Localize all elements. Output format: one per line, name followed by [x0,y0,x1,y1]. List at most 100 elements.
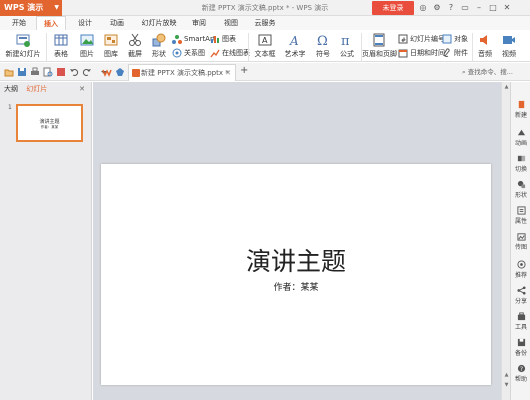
tab-insert[interactable]: 插入 [36,16,66,31]
pi-icon: π [341,34,350,47]
attachment-button[interactable]: 附件 [442,48,468,58]
gallery-label: 图库 [104,50,118,58]
skin-icon[interactable]: ◎ [418,3,428,13]
shape-icon [152,33,166,47]
close-tab-icon[interactable]: ✕ [225,65,231,81]
sidebar-label: 推荐 [514,272,527,279]
table-button[interactable]: 表格 [50,33,72,59]
tab-view[interactable]: 视图 [218,16,244,30]
sidebar-label: 工具 [514,324,527,331]
sidebar-label: 帮助 [514,376,527,383]
sidebar-item-help[interactable]: ? 帮助 [511,364,530,383]
command-search-input[interactable]: ⌕ 查找命令、搜... [462,66,526,78]
tab-slideshow[interactable]: 幻灯片放映 [136,16,182,30]
ribbon-tabs: 开始 插入 设计 动画 幻灯片放映 审阅 视图 云服务 [0,16,530,31]
tab-review[interactable]: 审阅 [186,16,212,30]
login-button[interactable]: 未登录 [372,1,414,15]
minimize-icon[interactable]: – [474,3,484,13]
textbox-button[interactable]: A 文本框 [252,33,278,59]
screenshot-label: 截屏 [128,50,142,58]
slide-title[interactable]: 演讲主题 [101,242,491,278]
sidebar-item-new[interactable]: 新建 [511,100,530,119]
online-chart-button[interactable]: 在线图表 [210,48,250,58]
sidebar-item-backup[interactable]: 备份 [511,338,530,357]
vertical-scrollbar[interactable]: ▲ ▲ ▼ [501,82,510,400]
print-preview-icon[interactable] [43,67,53,77]
tab-outline[interactable]: 大纲 [4,85,18,93]
relation-chart-button[interactable]: 关系图 [172,48,205,58]
sidebar-item-upload-image[interactable]: 传图 [511,232,530,251]
wps-logo-icon[interactable] [102,67,112,77]
slides-panel: 大纲 幻灯片 ✕ 1 演讲主题 作者：某某 [0,82,92,400]
redo-icon[interactable] [82,67,92,77]
sidebar-label: 备份 [514,350,527,357]
slide-number-button[interactable]: # 幻灯片编号 [398,34,445,44]
sidebar-item-transition[interactable]: 切换 [511,154,530,173]
sidebar-item-recommend[interactable]: 推荐 [511,260,530,279]
template-icon[interactable] [115,67,125,77]
sidebar-item-animation[interactable]: 动画 [511,128,530,147]
formula-label: 公式 [340,50,354,58]
datetime-label: 日期和时间 [410,49,445,57]
open-folder-icon[interactable] [4,67,14,77]
shape-icon [517,180,525,189]
tab-slides[interactable]: 幻灯片 [26,85,47,93]
print-icon[interactable] [30,67,40,77]
sidebar-item-share[interactable]: 分享 [511,286,530,305]
object-button[interactable]: 对象 [442,34,468,44]
sidebar-item-shape[interactable]: 形状 [511,180,530,199]
restore-icon[interactable]: ▭ [460,3,470,13]
save-icon[interactable] [17,67,27,77]
sidebar-label: 属性 [514,218,527,225]
tab-cloud[interactable]: 云服务 [248,16,282,30]
export-pdf-icon[interactable] [56,67,66,77]
divider [472,33,473,61]
screenshot-button[interactable]: 截屏 [124,33,146,59]
tab-home[interactable]: 开始 [6,16,32,30]
slide-canvas[interactable]: 演讲主题 作者：某某 [93,82,501,400]
object-icon [442,34,452,44]
close-panel-icon[interactable]: ✕ [79,82,85,96]
animation-icon [517,129,525,136]
undo-icon[interactable] [69,67,79,77]
panel-tabs: 大纲 幻灯片 ✕ [0,82,91,96]
svg-text:#: # [401,37,406,44]
svg-text:A: A [289,34,299,47]
search-icon: ⌕ [462,68,466,76]
slide-thumbnail[interactable]: 演讲主题 作者：某某 [16,104,83,142]
gallery-button[interactable]: 图库 [100,33,122,59]
maximize-icon[interactable]: □ [488,3,498,13]
shape-label: 形状 [152,50,166,58]
table-label: 表格 [54,50,68,58]
new-tab-icon[interactable]: + [240,65,248,76]
wordart-button[interactable]: A 艺术字 [282,33,308,59]
close-icon[interactable]: ✕ [502,3,512,13]
document-tab[interactable]: 新建 PPTX 演示文稿.pptx * ✕ [128,64,236,81]
settings-icon[interactable]: ⚙ [432,3,442,13]
header-footer-button[interactable]: 页眉和页脚 [362,33,397,59]
slide-subtitle[interactable]: 作者：某某 [101,280,491,293]
picture-button[interactable]: 图片 [76,33,98,59]
help-icon[interactable]: ? [446,3,456,13]
sidebar-label: 新建 [514,112,527,119]
thumb-subtitle: 作者：某某 [40,125,59,129]
audio-button[interactable]: 音频 [474,33,496,59]
formula-button[interactable]: π 公式 [336,33,358,59]
datetime-button[interactable]: 日期和时间 [398,48,445,58]
table-icon [54,34,68,46]
slide[interactable]: 演讲主题 作者：某某 [101,164,491,385]
chart-button[interactable]: 图表 [210,34,236,44]
online-chart-label: 在线图表 [222,49,250,57]
sidebar-item-tools[interactable]: 工具 [511,312,530,331]
sidebar-label: 形状 [514,192,527,199]
shape-button[interactable]: 形状 [148,33,170,59]
backup-icon [517,338,525,347]
sidebar-item-properties[interactable]: 属性 [511,206,530,225]
share-icon [516,286,526,295]
new-slide-button[interactable]: 新建幻灯片 [4,33,42,59]
paperclip-icon [443,48,450,57]
video-button[interactable]: 视频 [498,33,520,59]
tab-animation[interactable]: 动画 [104,16,130,30]
symbol-button[interactable]: Ω 符号 [312,33,334,59]
tab-design[interactable]: 设计 [72,16,98,30]
